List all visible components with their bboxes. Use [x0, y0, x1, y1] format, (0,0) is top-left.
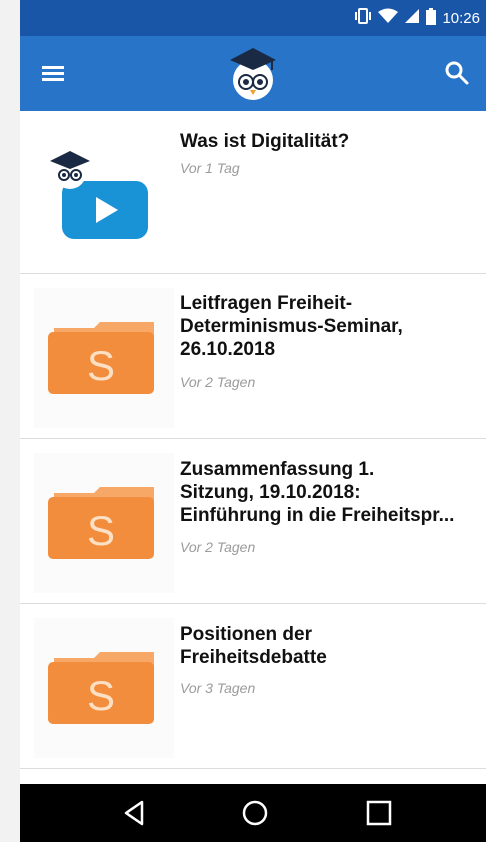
wifi-icon [378, 8, 399, 28]
item-title: Was ist Digitalität? [180, 131, 350, 152]
signal-icon [404, 8, 420, 28]
folder-thumbnail: S [34, 453, 174, 593]
divider [20, 768, 486, 769]
menu-icon[interactable] [42, 62, 68, 84]
owl-logo [220, 40, 286, 106]
folder-thumbnail: S [34, 288, 174, 428]
status-time: 10:26 [442, 9, 480, 27]
item-time: Vor 1 Tag [180, 160, 240, 176]
list-item[interactable]: S Zusammenfassung 1. Sitzung, 19.10.2018… [20, 439, 486, 604]
item-title: Positionen der Freiheitsdebatte [180, 624, 327, 668]
home-icon[interactable] [240, 798, 270, 828]
list-item[interactable]: Was ist Digitalität? Vor 1 Tag [20, 111, 486, 274]
recents-icon[interactable] [364, 798, 394, 828]
battery-icon [426, 7, 437, 29]
video-thumbnail [34, 127, 174, 267]
item-time: Vor 2 Tagen [180, 374, 256, 390]
search-icon[interactable] [444, 60, 470, 86]
folder-thumbnail: S [34, 618, 174, 758]
folder-letter: S [87, 507, 115, 554]
app-bar [20, 36, 486, 111]
list-item[interactable]: S Leitfragen Freiheit- Determinismus-Sem… [20, 274, 486, 439]
status-bar: 10:26 [20, 0, 486, 36]
vibrate-icon [354, 8, 372, 28]
folder-letter: S [87, 672, 115, 719]
back-icon[interactable] [120, 798, 150, 828]
item-time: Vor 2 Tagen [180, 539, 256, 555]
item-title: Zusammenfassung 1. Sitzung, 19.10.2018: … [180, 459, 455, 526]
list-item[interactable]: S Positionen der Freiheitsdebatte Vor 3 … [20, 604, 486, 769]
item-time: Vor 3 Tagen [180, 680, 256, 696]
navigation-bar [20, 784, 486, 842]
item-title: Leitfragen Freiheit- Determinismus-Semin… [180, 293, 403, 360]
folder-letter: S [87, 342, 115, 389]
phone-screen: 10:26 Was ist Digitalität? Vor 1 Tag S L… [20, 0, 486, 842]
